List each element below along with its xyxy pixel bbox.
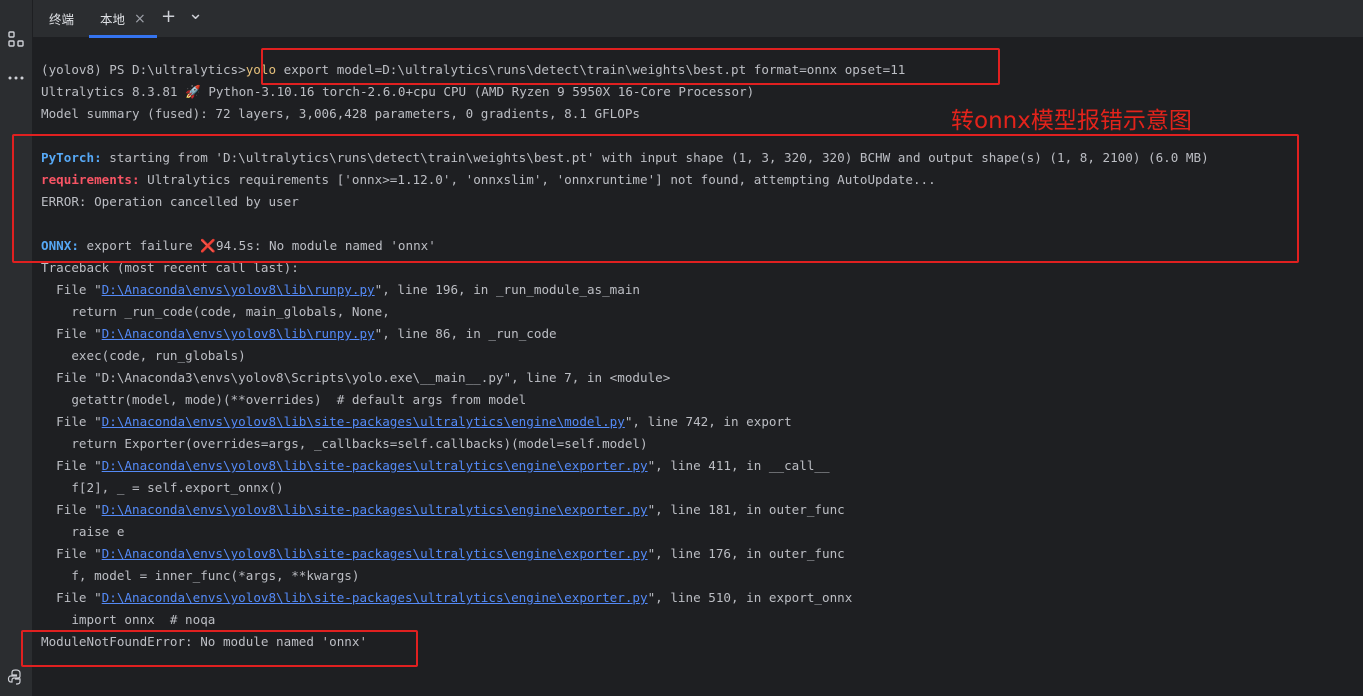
file-link[interactable]: D:\Anaconda\envs\yolov8\lib\site-package… bbox=[102, 546, 648, 561]
traceback-code-line: getattr(model, mode)(**overrides) # defa… bbox=[41, 392, 527, 407]
command-highlight-box bbox=[261, 48, 1000, 85]
file-link[interactable]: D:\Anaconda\envs\yolov8\lib\site-package… bbox=[102, 414, 625, 429]
file-link[interactable]: D:\Anaconda\envs\yolov8\lib\site-package… bbox=[102, 502, 648, 517]
env-text: Python-3.10.16 torch-2.6.0+cpu CPU (AMD … bbox=[200, 84, 755, 99]
file-suffix: ", line 176, in outer_func bbox=[647, 546, 845, 561]
annotation-caption: 转onnx模型报错示意图 bbox=[951, 108, 1192, 134]
traceback-file-line: File "D:\Anaconda\envs\yolov8\lib\runpy.… bbox=[41, 279, 640, 301]
traceback-file-line: File "D:\Anaconda\envs\yolov8\lib\site-p… bbox=[41, 543, 845, 565]
file-prefix: File " bbox=[41, 458, 102, 473]
close-icon[interactable]: × bbox=[134, 11, 146, 27]
file-suffix: ", line 86, in _run_code bbox=[374, 326, 557, 341]
tab-local[interactable]: 本地 × bbox=[89, 0, 157, 38]
model-summary-line: Model summary (fused): 72 layers, 3,006,… bbox=[41, 106, 640, 121]
rocket-icon: 🚀 bbox=[185, 84, 201, 99]
file-suffix: ", line 181, in outer_func bbox=[647, 502, 845, 517]
more-icon[interactable] bbox=[6, 68, 26, 88]
file-prefix: File " bbox=[41, 502, 102, 517]
file-prefix: File " bbox=[41, 414, 102, 429]
traceback-file-line: File "D:\Anaconda\envs\yolov8\lib\site-p… bbox=[41, 499, 845, 521]
file-prefix: File " bbox=[41, 590, 102, 605]
file-suffix: ", line 742, in export bbox=[624, 414, 792, 429]
traceback-code-line: return _run_code(code, main_globals, Non… bbox=[41, 304, 390, 319]
structure-icon[interactable] bbox=[6, 29, 26, 49]
file-link[interactable]: D:\Anaconda\envs\yolov8\lib\runpy.py bbox=[102, 326, 375, 341]
chevron-down-icon[interactable]: ⌄ bbox=[188, 5, 203, 23]
file-link[interactable]: D:\Anaconda\envs\yolov8\lib\site-package… bbox=[102, 590, 648, 605]
file-link[interactable]: D:\Anaconda\envs\yolov8\lib\site-package… bbox=[102, 458, 648, 473]
error-highlight-box bbox=[12, 134, 1299, 263]
traceback-file-line: File "D:\Anaconda\envs\yolov8\lib\runpy.… bbox=[41, 323, 557, 345]
traceback-file-line: File "D:\Anaconda\envs\yolov8\lib\site-p… bbox=[41, 455, 830, 477]
file-prefix: File " bbox=[41, 326, 102, 341]
traceback-file-line: File "D:\Anaconda3\envs\yolov8\Scripts\y… bbox=[41, 370, 671, 385]
file-suffix: ", line 510, in export_onnx bbox=[647, 590, 853, 605]
final-error-highlight-box bbox=[21, 630, 418, 667]
file-prefix: File " bbox=[41, 546, 102, 561]
traceback-code-line: exec(code, run_globals) bbox=[41, 348, 246, 363]
traceback-code-line: f[2], _ = self.export_onnx() bbox=[41, 480, 284, 495]
file-suffix: ", line 411, in __call__ bbox=[647, 458, 830, 473]
traceback-code-line: return Exporter(overrides=args, _callbac… bbox=[41, 436, 648, 451]
terminal-title-label: 终端 bbox=[49, 12, 75, 27]
file-link[interactable]: D:\Anaconda\envs\yolov8\lib\runpy.py bbox=[102, 282, 375, 297]
left-tool-strip bbox=[0, 0, 33, 696]
file-prefix: File " bbox=[41, 282, 102, 297]
python-icon[interactable] bbox=[6, 667, 26, 687]
tab-local-label: 本地 bbox=[100, 12, 126, 27]
traceback-file-line: File "D:\Anaconda\envs\yolov8\lib\site-p… bbox=[41, 411, 792, 433]
new-tab-icon[interactable]: + bbox=[161, 8, 176, 26]
traceback-code-line: raise e bbox=[41, 524, 125, 539]
prompt: (yolov8) PS D:\ultralytics> bbox=[41, 62, 246, 77]
traceback-code-line: import onnx # noqa bbox=[41, 612, 216, 627]
terminal-tab-bar: 终端 本地 × + ⌄ bbox=[33, 0, 1363, 38]
version-text: Ultralytics 8.3.81 bbox=[41, 84, 186, 99]
traceback-file-line: File "D:\Anaconda\envs\yolov8\lib\site-p… bbox=[41, 587, 852, 609]
file-suffix: ", line 196, in _run_module_as_main bbox=[374, 282, 641, 297]
tab-terminal-title: 终端 bbox=[49, 0, 74, 37]
traceback-code-line: f, model = inner_func(*args, **kwargs) bbox=[41, 568, 360, 583]
